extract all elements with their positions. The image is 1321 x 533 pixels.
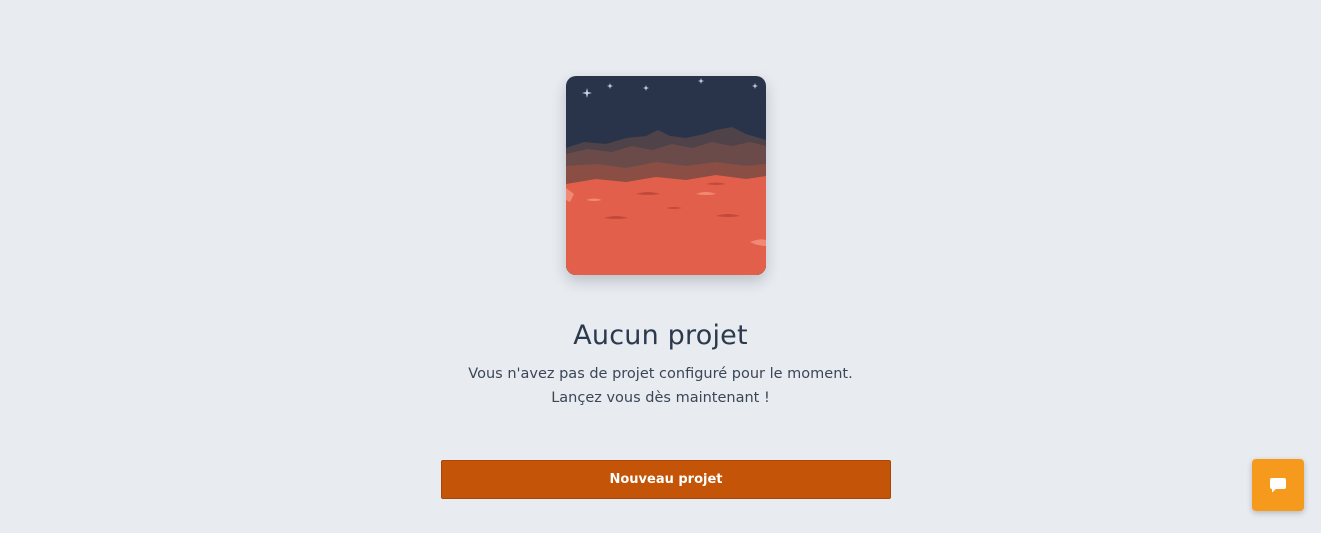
chat-widget-button[interactable] bbox=[1252, 459, 1304, 511]
empty-state-title: Aucun projet bbox=[573, 320, 748, 351]
mars-landscape-illustration bbox=[566, 76, 766, 275]
chat-bubble-icon bbox=[1270, 478, 1286, 493]
empty-projects-page: Aucun projet Vous n'avez pas de projet c… bbox=[0, 0, 1321, 533]
new-project-button[interactable]: Nouveau projet bbox=[441, 460, 891, 499]
empty-state-description-line1: Vous n'avez pas de projet configuré pour… bbox=[468, 366, 853, 382]
empty-state-description-line2: Lançez vous dès maintenant ! bbox=[551, 390, 770, 406]
